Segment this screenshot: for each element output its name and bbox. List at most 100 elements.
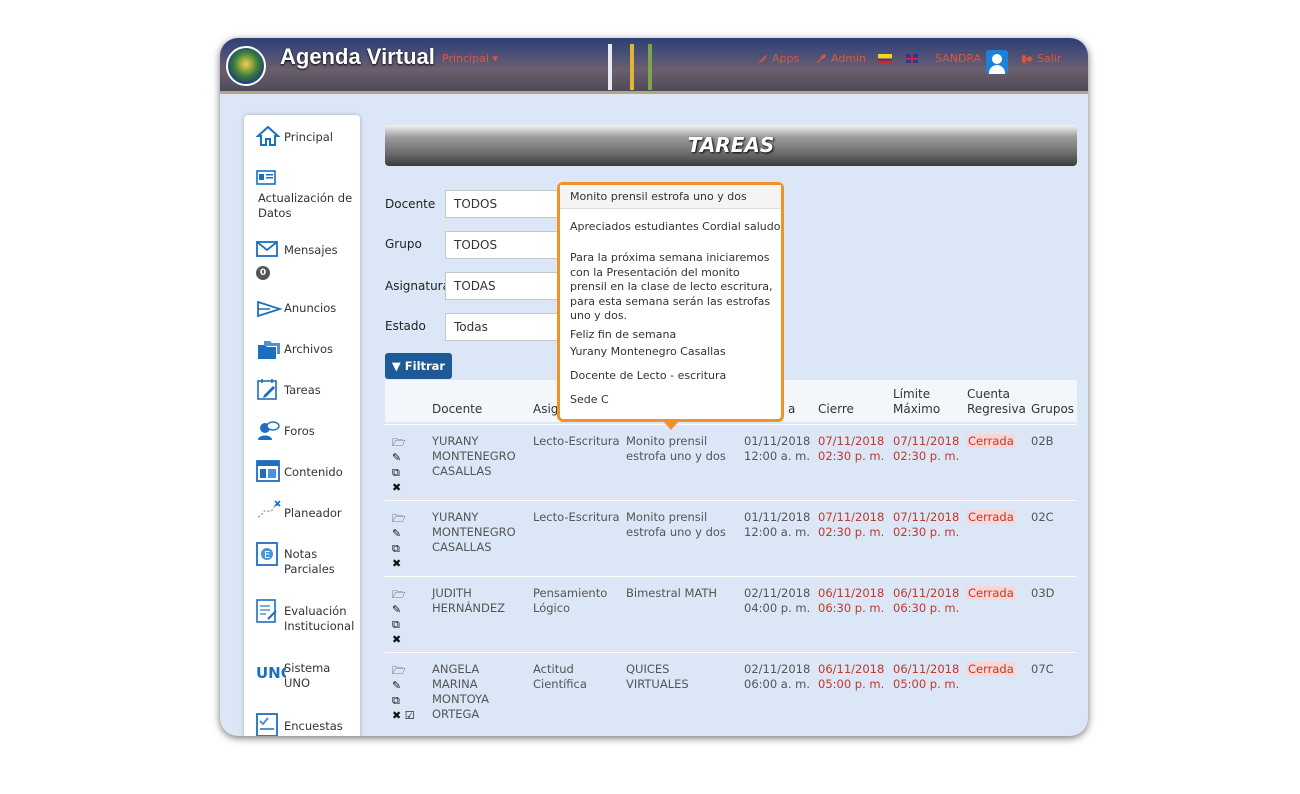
cell-cierre: 06/11/2018 06:30 p. m. xyxy=(818,586,885,615)
sidebar-item-planeador[interactable]: Planeador xyxy=(284,506,342,521)
folder-open-icon[interactable]: 🗁 xyxy=(392,435,406,450)
delete-icon[interactable]: ✖ ☑ xyxy=(392,708,426,723)
row-actions: 🗁 ✎ ⧉ ✖ ☑ xyxy=(392,663,426,723)
delete-icon[interactable]: ✖ xyxy=(392,480,404,495)
status-badge: Cerrada xyxy=(967,434,1015,449)
sidebar-item-evaluacion[interactable]: Evaluación Institucional xyxy=(284,604,354,634)
tooltip-role: Docente de Lecto - escritura xyxy=(570,369,727,382)
pencil-icon[interactable]: ✎ xyxy=(392,678,426,693)
copy-icon[interactable]: ⧉ xyxy=(392,465,404,480)
delete-icon[interactable]: ✖ xyxy=(392,632,404,647)
cell-tarea[interactable]: Bimestral MATH xyxy=(626,586,731,601)
user-name[interactable]: SANDRA xyxy=(935,52,981,65)
cell-asignatura: Actitud Científica xyxy=(533,662,587,691)
sidebar-item-archivos[interactable]: Archivos xyxy=(284,342,333,357)
cell-cierre: 07/11/2018 02:30 p. m. xyxy=(818,510,885,539)
logout-label: Salir xyxy=(1037,52,1062,65)
check-square-icon[interactable]: ☑ xyxy=(405,709,415,722)
cell-limite: 06/11/2018 05:00 p. m. xyxy=(893,662,960,691)
col-grupos[interactable]: Grupos xyxy=(1031,402,1074,417)
cell-inicio: 01/11/2018 12:00 a. m. xyxy=(744,434,811,463)
sidebar-item-foros[interactable]: Foros xyxy=(284,424,315,439)
delete-icon[interactable]: ✖ xyxy=(392,556,404,571)
cell-tarea[interactable]: Monito prensil estrofa uno y dos xyxy=(626,434,731,464)
pencil-icon[interactable]: ✎ xyxy=(392,602,404,617)
task-tooltip: Monito prensil estrofa uno y dos Aprecia… xyxy=(557,182,784,430)
filter-grupo-label: Grupo xyxy=(385,237,422,251)
svg-text:E: E xyxy=(264,550,270,561)
sidebar-item-mensajes[interactable]: Mensajes xyxy=(284,243,338,258)
status-badge: Cerrada xyxy=(967,662,1015,677)
row-actions: 🗁 ✎ ⧉ ✖ xyxy=(392,435,406,495)
cell-grupo: 07C xyxy=(1031,662,1054,676)
table-row[interactable]: 🗁 ✎ ⧉ ✖ JUDITH HERNÁNDEZ Pensamiento Lóg… xyxy=(385,576,1077,652)
apps-label: Apps xyxy=(772,52,800,65)
user-avatar-icon[interactable] xyxy=(986,50,1008,74)
cell-asignatura: Lecto-Escritura xyxy=(533,510,620,524)
cell-tarea[interactable]: Monito prensil estrofa uno y dos xyxy=(626,510,731,540)
cell-docente: YURANY MONTENEGRO CASALLAS xyxy=(432,510,516,554)
tooltip-title: Monito prensil estrofa uno y dos xyxy=(560,185,781,209)
cell-tarea[interactable]: QUICES VIRTUALES xyxy=(626,662,731,692)
col-docente[interactable]: Docente xyxy=(432,402,482,417)
copy-icon[interactable]: ⧉ xyxy=(392,693,426,708)
school-logo-icon[interactable] xyxy=(226,46,266,86)
sidebar-item-actualizacion[interactable]: Actualización de Datos xyxy=(258,191,358,221)
col-cierre[interactable]: Cierre xyxy=(818,402,854,417)
sidebar-item-contenido[interactable]: Contenido xyxy=(284,465,343,480)
sidebar-item-notas[interactable]: Notas Parciales xyxy=(284,547,354,577)
layout-icon xyxy=(256,460,280,482)
cell-grupo: 02C xyxy=(1031,510,1054,524)
copy-icon[interactable]: ⧉ xyxy=(392,617,404,632)
flag-colombia-icon[interactable] xyxy=(878,54,892,63)
nav-principal-dropdown[interactable]: Principal ▾ xyxy=(442,52,498,65)
folder-open-icon[interactable]: 🗁 xyxy=(392,663,426,678)
filter-asignatura-select[interactable]: TODAS xyxy=(445,272,561,300)
col-fecha[interactable]: a xyxy=(788,402,795,417)
messages-badge: 0 xyxy=(256,266,270,280)
megaphone-icon xyxy=(257,300,282,318)
col-asignatura[interactable]: Asig xyxy=(533,402,558,417)
cell-grupo: 02B xyxy=(1031,434,1054,448)
filter-button[interactable]: ▼ Filtrar xyxy=(385,353,452,379)
cell-asignatura: Lecto-Escritura xyxy=(533,434,620,448)
admin-link[interactable]: Admin xyxy=(816,52,866,65)
status-badge: Cerrada xyxy=(967,510,1015,525)
flag-uk-icon[interactable] xyxy=(906,54,918,63)
folder-open-icon[interactable]: 🗁 xyxy=(392,587,406,602)
table-row[interactable]: 🗁 ✎ ⧉ ✖ YURANY MONTENEGRO CASALLAS Lecto… xyxy=(385,500,1077,576)
logout-link[interactable]: Salir xyxy=(1022,52,1061,65)
copy-icon[interactable]: ⧉ xyxy=(392,541,404,556)
sidebar-item-principal[interactable]: Principal xyxy=(284,130,333,145)
evaluation-icon xyxy=(256,599,277,623)
tooltip-greeting: Apreciados estudiantes Cordial saludo xyxy=(570,220,781,233)
filter-docente-label: Docente xyxy=(385,197,436,211)
forum-icon xyxy=(258,421,280,440)
cell-limite: 07/11/2018 02:30 p. m. xyxy=(893,510,960,539)
apps-link[interactable]: Apps xyxy=(757,52,799,65)
pencil-icon[interactable]: ✎ xyxy=(392,526,404,541)
filter-grupo-select[interactable]: TODOS xyxy=(445,231,561,259)
sidebar-item-tareas[interactable]: Tareas xyxy=(284,383,321,398)
pencil-icon[interactable]: ✎ xyxy=(392,450,404,465)
cell-docente: YURANY MONTENEGRO CASALLAS xyxy=(432,434,516,478)
sidebar-item-encuestas[interactable]: Encuestas xyxy=(284,719,343,734)
col-cuenta[interactable]: Cuenta Regresiva xyxy=(967,387,1033,417)
sidebar-item-anuncios[interactable]: Anuncios xyxy=(284,301,336,316)
uno-logo-icon: UNO xyxy=(256,664,286,681)
filter-estado-select[interactable]: Todas xyxy=(445,313,561,341)
status-text: Cerrada xyxy=(967,434,1015,448)
col-limite[interactable]: Límite Máximo xyxy=(893,387,953,417)
sidebar-item-evaluacion-label: Evaluación Institucional xyxy=(284,604,355,633)
wrench-icon xyxy=(816,53,827,64)
filter-docente-select[interactable]: TODOS xyxy=(445,190,561,218)
chevron-down-icon: ▾ xyxy=(492,52,498,65)
folder-open-icon[interactable]: 🗁 xyxy=(392,511,406,526)
table-row[interactable]: 🗁 ✎ ⧉ ✖ ☑ ANGELA MARINA MONTOYA ORTEGA A… xyxy=(385,652,1077,728)
table-row[interactable]: 🗁 ✎ ⧉ ✖ YURANY MONTENEGRO CASALLAS Lecto… xyxy=(385,424,1077,500)
cell-limite: 07/11/2018 02:30 p. m. xyxy=(893,434,960,463)
status-text: Cerrada xyxy=(967,586,1015,600)
header-decoration xyxy=(648,44,652,90)
sidebar-item-sistema-uno[interactable]: Sistema UNO xyxy=(284,661,344,691)
filter-button-label: Filtrar xyxy=(404,359,446,373)
